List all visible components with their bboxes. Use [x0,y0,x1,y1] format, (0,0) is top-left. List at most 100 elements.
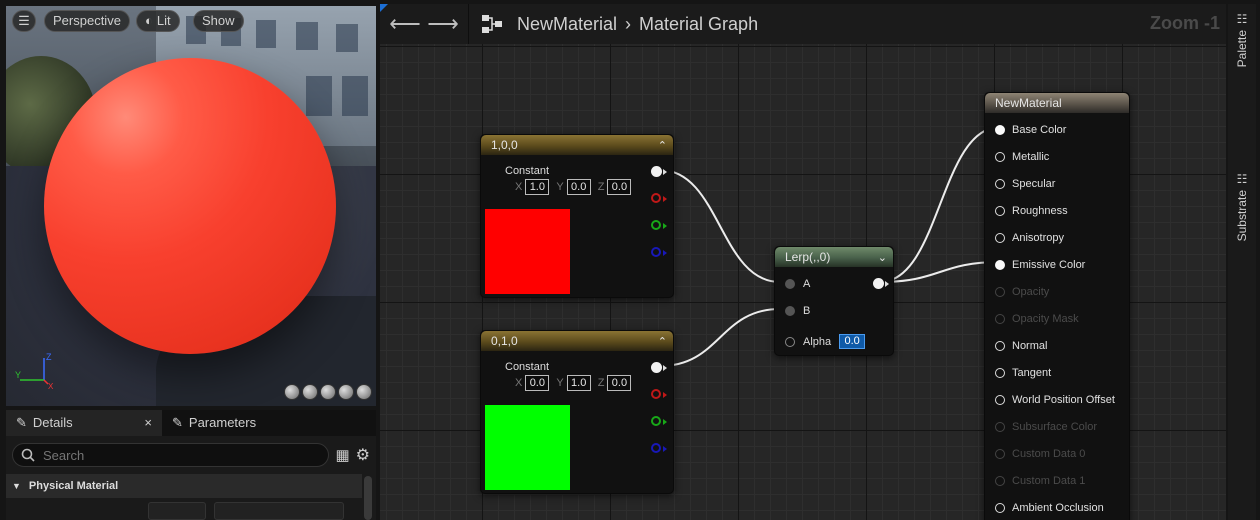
result-pin-row[interactable]: Base Color [995,121,1066,139]
forward-arrow-icon[interactable]: ⟶ [424,11,462,37]
breadcrumb-asset[interactable]: NewMaterial [517,14,617,35]
search-box[interactable] [12,443,330,467]
result-pin-row[interactable]: Custom Data 1 [995,472,1085,490]
output-pin-r[interactable] [651,389,661,399]
result-pin-row[interactable]: Specular [995,175,1055,193]
output-pin-g[interactable] [651,220,661,230]
result-pin-row[interactable]: Subsurface Color [995,418,1097,436]
result-pin-row[interactable]: Opacity [995,283,1049,301]
output-pin-rgb[interactable] [651,362,662,373]
cylinder-icon[interactable] [284,384,300,400]
palette-tab[interactable]: ☷ Palette [1228,13,1256,67]
z-value-field[interactable]: 0.0 [607,375,632,391]
input-pin[interactable] [995,395,1005,405]
show-button[interactable]: Show [193,10,244,32]
node-header[interactable]: NewMaterial [985,93,1129,113]
property-field[interactable] [148,502,206,520]
result-pin-row[interactable]: Ambient Occlusion [995,499,1104,517]
node-header[interactable]: 1,0,0 ⌃ [481,135,673,155]
perspective-button[interactable]: Perspective [44,10,130,32]
input-pin-b[interactable] [785,306,795,316]
input-pin[interactable] [995,260,1005,270]
input-pin[interactable] [995,422,1005,432]
input-pin-a[interactable] [785,279,795,289]
z-value-field[interactable]: 0.0 [607,179,632,195]
property-field[interactable] [214,502,344,520]
result-pin-label: Opacity [1012,286,1050,298]
section-physical-material[interactable]: ▼ Physical Material [6,474,362,498]
node-title: 0,1,0 [491,334,518,348]
y-value-field[interactable]: 1.0 [566,375,591,391]
substrate-tab[interactable]: ☷ Substrate [1228,172,1256,241]
input-pin[interactable] [995,368,1005,378]
chevron-down-icon[interactable]: ⌄ [878,251,887,264]
graph-hierarchy-icon[interactable] [481,14,503,34]
lerp-node[interactable]: Lerp(,,0) ⌄ A B Alpha 0.0 [774,246,894,356]
gear-icon[interactable]: ⚙ [356,445,370,465]
lerp-pin-a[interactable]: A [785,278,810,290]
lerp-pin-alpha[interactable]: Alpha 0.0 [785,334,866,349]
input-pin[interactable] [995,449,1005,459]
result-pin-row[interactable]: Anisotropy [995,229,1064,247]
chevron-up-icon[interactable]: ⌃ [658,335,667,348]
search-input[interactable] [43,447,283,463]
breadcrumb-graph[interactable]: Material Graph [639,14,758,35]
input-pin[interactable] [995,233,1005,243]
constant-node-red[interactable]: 1,0,0 ⌃ Constant X 1.0 Y 0.0 Z 0.0 [480,134,674,298]
preview-shape-bar [284,384,372,400]
input-pin[interactable] [995,314,1005,324]
result-pin-row[interactable]: Custom Data 0 [995,445,1085,463]
input-pin[interactable] [995,287,1005,297]
output-pin-r[interactable] [651,193,661,203]
sphere-icon[interactable] [302,384,318,400]
x-value-field[interactable]: 1.0 [525,179,550,195]
node-header[interactable]: Lerp(,,0) ⌄ [775,247,893,267]
result-pin-row[interactable]: Normal [995,337,1047,355]
material-graph-canvas[interactable]: ⟵ ⟶ NewMaterial › Material Graph Zoom -1… [380,4,1226,520]
input-pin[interactable] [995,179,1005,189]
x-value-field[interactable]: 0.0 [525,375,550,391]
y-value-field[interactable]: 0.0 [566,179,591,195]
chevron-up-icon[interactable]: ⌃ [658,139,667,152]
close-icon[interactable]: × [144,410,152,436]
plane-icon[interactable] [320,384,336,400]
material-result-node[interactable]: NewMaterial Base Color Metallic Specular Ro… [984,92,1130,520]
output-pin-b[interactable] [651,247,661,257]
input-pin[interactable] [995,476,1005,486]
details-scrollbar[interactable] [364,476,372,520]
result-pin-row[interactable]: Tangent [995,364,1051,382]
result-pin-row[interactable]: Emissive Color [995,256,1085,274]
result-pin-row[interactable]: Roughness [995,202,1068,220]
result-pin-row[interactable]: Metallic [995,148,1049,166]
alpha-value-field[interactable]: 0.0 [839,334,866,349]
input-pin-alpha[interactable] [785,336,795,347]
input-pin[interactable] [995,152,1005,162]
lerp-pin-b[interactable]: B [785,305,810,317]
input-pin[interactable] [995,206,1005,216]
material-preview-viewport[interactable]: ☰ Perspective ◐ Lit Show Z Y X [6,6,376,406]
result-pin-row[interactable]: World Position Offset [995,391,1115,409]
input-pin[interactable] [995,125,1005,135]
node-header[interactable]: 0,1,0 ⌃ [481,331,673,351]
back-arrow-icon[interactable]: ⟵ [386,11,424,37]
tab-parameters[interactable]: ✎ Parameters [162,410,266,436]
output-pin-b[interactable] [651,443,661,453]
grid-view-icon[interactable]: ▦ [335,446,349,464]
output-pin-result[interactable] [873,278,884,289]
lit-button[interactable]: ◐ Lit [136,10,180,32]
pin-arrow-icon [663,250,667,256]
teapot-icon[interactable] [356,384,372,400]
input-pin[interactable] [995,341,1005,351]
constant-node-green[interactable]: 0,1,0 ⌃ Constant X 0.0 Y 1.0 Z 0.0 [480,330,674,494]
output-pin-g[interactable] [651,416,661,426]
input-pin[interactable] [995,503,1005,513]
cube-icon[interactable] [338,384,354,400]
viewport-menu-button[interactable]: ☰ [12,10,36,32]
result-pin-row[interactable]: Opacity Mask [995,310,1079,328]
pencil-icon: ✎ [172,415,183,430]
graph-toolbar: ⟵ ⟶ NewMaterial › Material Graph [380,4,1226,44]
tab-details[interactable]: ✎ Details × [6,410,162,436]
list-icon: ☷ [1236,172,1248,186]
side-rail: ☷ Palette ☷ Substrate [1228,4,1256,520]
output-pin-rgb[interactable] [651,166,662,177]
